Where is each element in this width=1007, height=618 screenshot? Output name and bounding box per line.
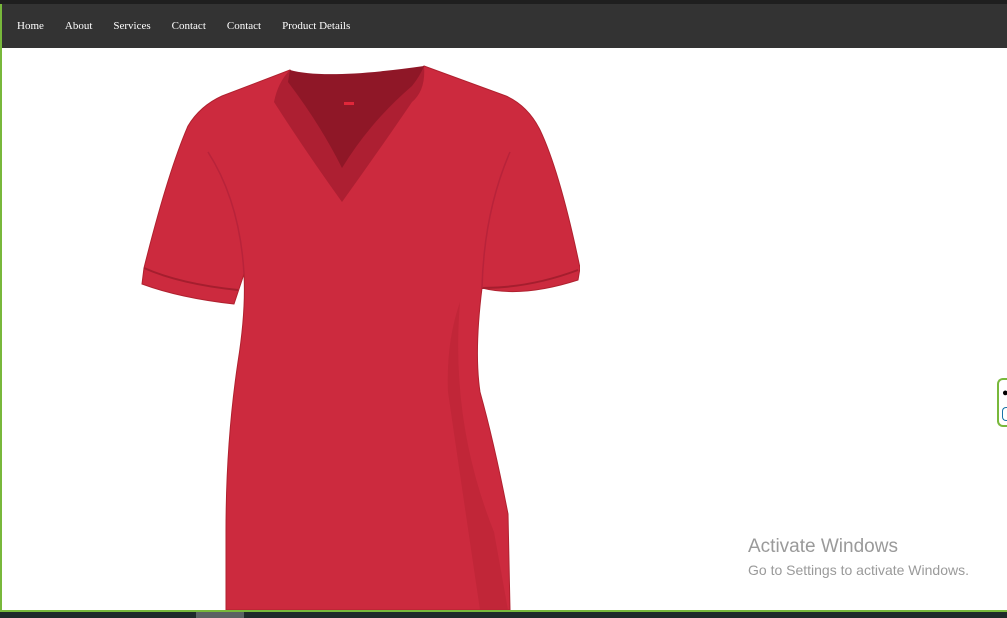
product-image-red-tshirt [141,65,580,610]
window-bottom-border [0,610,1007,612]
taskbar-item[interactable] [196,612,244,618]
taskbar [0,612,1007,618]
nav-link-services[interactable]: Services [113,20,150,32]
widget-bracket-icon [1002,407,1007,421]
nav-link-about[interactable]: About [65,20,93,32]
watermark-title: Activate Windows [748,536,898,557]
windows-activation-watermark: Activate Windows Go to Settings to activ… [748,536,969,580]
nav-link-product-details[interactable]: Product Details [282,20,350,32]
window-left-border [0,4,2,610]
nav-link-contact-2[interactable]: Contact [227,20,261,32]
watermark-subtitle: Go to Settings to activate Windows. [748,562,969,578]
navbar: Home About Services Contact Contact Prod… [2,4,1007,48]
side-feedback-widget[interactable]: ● [997,378,1007,427]
main-content [2,48,1007,610]
browser-viewport: Home About Services Contact Contact Prod… [0,0,1007,618]
widget-dot-icon: ● [1002,387,1007,399]
tshirt-label-tag [344,102,354,105]
nav-link-home[interactable]: Home [17,20,44,32]
nav-link-contact[interactable]: Contact [172,20,206,32]
